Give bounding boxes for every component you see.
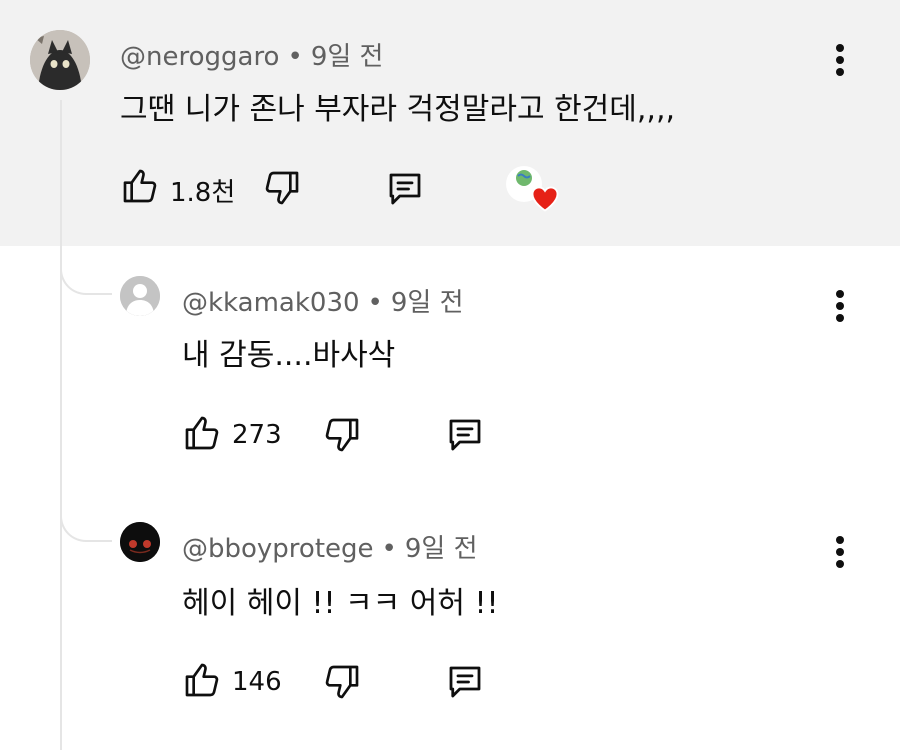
avatar[interactable] xyxy=(120,522,160,562)
like-count: 273 xyxy=(232,420,282,450)
more-options-icon[interactable] xyxy=(825,40,855,80)
comment-time[interactable]: 9일 전 xyxy=(311,36,384,73)
thumb-up-icon[interactable] xyxy=(120,166,160,206)
author-handle[interactable]: @kkamak030 xyxy=(182,288,360,318)
thumb-up-icon[interactable] xyxy=(182,660,222,700)
reply-connector xyxy=(60,502,112,542)
reply-connector xyxy=(60,255,112,295)
avatar[interactable] xyxy=(120,276,160,316)
separator-dot: • xyxy=(367,288,383,318)
like-count: 146 xyxy=(232,667,282,697)
reply-thread-line xyxy=(60,100,62,750)
comment-meta: @neroggaro • 9일 전 xyxy=(120,36,383,73)
comment-meta: @kkamak030 • 9일 전 xyxy=(182,282,464,319)
comment-text: 내 감동....바사삭 xyxy=(182,338,396,373)
more-options-icon[interactable] xyxy=(825,286,855,326)
comment-time[interactable]: 9일 전 xyxy=(405,528,478,565)
reply-icon[interactable] xyxy=(384,168,426,210)
thumb-down-icon[interactable] xyxy=(322,415,362,455)
reply-icon[interactable] xyxy=(444,414,486,456)
comment-time[interactable]: 9일 전 xyxy=(391,282,464,319)
avatar-image xyxy=(120,522,160,562)
author-handle[interactable]: @neroggaro xyxy=(120,42,279,72)
thumb-up-icon[interactable] xyxy=(182,413,222,453)
comment-meta: @bboyprotege • 9일 전 xyxy=(182,528,478,565)
separator-dot: • xyxy=(381,534,397,564)
default-avatar-icon xyxy=(120,276,160,316)
author-handle[interactable]: @bboyprotege xyxy=(182,534,374,564)
comment-text: 헤이 헤이 !! ㅋㅋ 어허 !! xyxy=(182,586,499,621)
creator-heart-icon xyxy=(531,186,559,212)
like-count: 1.8천 xyxy=(170,178,236,208)
thumb-down-icon[interactable] xyxy=(322,662,362,702)
more-options-icon[interactable] xyxy=(825,532,855,572)
reply-icon[interactable] xyxy=(444,661,486,703)
thumb-down-icon[interactable] xyxy=(262,168,302,208)
comment-text: 그땐 니가 존나 부자라 걱정말라고 한건데,,,, xyxy=(120,92,676,127)
avatar[interactable] xyxy=(30,30,90,90)
separator-dot: • xyxy=(287,42,303,72)
avatar-image xyxy=(30,30,90,90)
